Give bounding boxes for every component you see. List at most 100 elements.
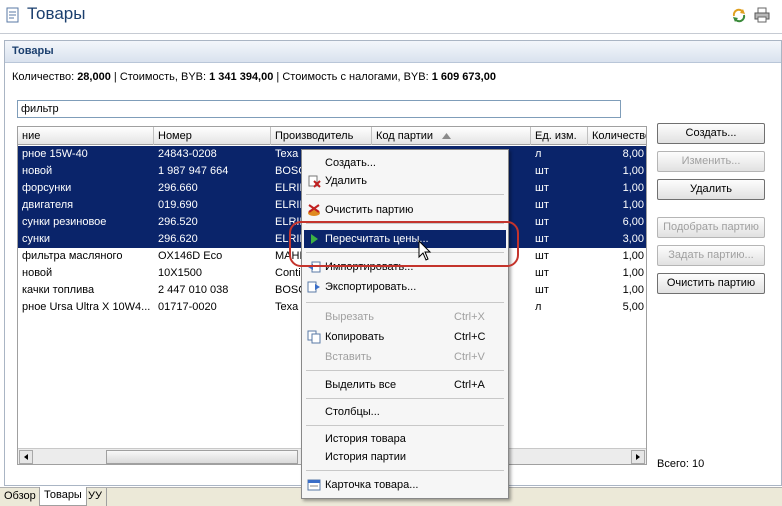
menu-item-select-all[interactable]: Выделить все Ctrl+A [304,376,506,394]
menu-item-cut-shortcut: Ctrl+X [454,311,485,323]
cell-number: 24843-0208 [158,148,217,160]
menu-item-cut-label: Вырезать [325,311,374,323]
tab-uu[interactable]: УУ [84,488,107,506]
menu-item-create[interactable]: Создать... [304,154,506,172]
menu-item-export[interactable]: Экспортировать... [304,278,506,296]
delete-button[interactable]: Удалить [657,179,765,200]
cell-unit: шт [535,182,549,194]
column-header-lot[interactable]: Код партии [372,127,531,145]
scrollbar-thumb[interactable] [106,450,298,464]
cell-unit: шт [535,233,549,245]
menu-item-clear-lot-label: Очистить партию [325,204,414,216]
pick-lot-button[interactable]: Подобрать партию [657,217,765,238]
cell-name: форсунки [22,182,72,194]
export-icon [307,281,320,293]
context-menu: Создать... Удалить Очистить партию Перес… [301,149,509,499]
qty-label: Количество: [12,71,78,83]
cell-name: качки топлива [22,284,95,296]
menu-item-item-history[interactable]: История товара [304,430,506,448]
cost-label: | Стоимость, BYB: [110,71,210,83]
menu-separator [306,370,504,371]
menu-item-lot-history[interactable]: История партии [304,448,506,466]
menu-item-lot-history-label: История партии [325,451,406,463]
cell-unit: л [535,148,542,160]
refresh-icon[interactable] [731,7,747,23]
cell-number: OX146D Eco [158,250,223,262]
filter-input[interactable] [17,100,621,118]
scroll-right-button[interactable] [631,450,645,464]
menu-item-copy-shortcut: Ctrl+C [454,331,486,343]
menu-item-paste-label: Вставить [325,351,372,363]
menu-item-item-card-label: Карточка товара... [325,479,419,491]
menu-item-copy[interactable]: Копировать Ctrl+C [304,328,506,346]
cell-unit: шт [535,199,549,211]
menu-item-item-history-label: История товара [325,433,406,445]
menu-separator [306,302,504,303]
cell-unit: шт [535,216,549,228]
cell-name: двигателя [22,199,74,211]
cell-qty: 6,00 [622,216,644,228]
cell-unit: шт [535,165,549,177]
column-header-maker[interactable]: Производитель [271,127,372,145]
cell-number: 296.620 [158,233,198,245]
menu-item-select-all-label: Выделить все [325,379,397,391]
menu-separator [306,470,504,471]
cell-number: 01717-0020 [158,301,217,313]
cell-name: сунки [22,233,51,245]
cell-unit: шт [535,250,549,262]
menu-item-copy-label: Копировать [325,331,385,343]
menu-item-columns[interactable]: Столбцы... [304,403,506,421]
cell-name: фильтра масляного [22,250,123,262]
mouse-cursor-icon [418,240,432,261]
menu-item-delete[interactable]: Удалить [304,172,506,190]
cell-qty: 1,00 [622,267,644,279]
cell-qty: 1,00 [622,182,644,194]
tab-overview[interactable]: Обзор [0,488,41,506]
menu-separator [306,194,504,195]
tab-goods[interactable]: Товары [39,487,87,506]
menu-item-select-all-shortcut: Ctrl+A [454,379,485,391]
cell-qty: 8,00 [622,148,644,160]
total-count: Всего: 10 [657,458,705,470]
edit-button[interactable]: Изменить... [657,151,765,172]
menu-item-paste[interactable]: Вставить Ctrl+V [304,348,506,366]
cell-qty: 3,00 [622,233,644,245]
cost-tax-label: | Стоимость с налогами, BYB: [273,71,432,83]
menu-item-export-label: Экспортировать... [325,281,417,293]
menu-item-item-card[interactable]: Карточка товара... [304,476,506,494]
cell-qty: 1,00 [622,250,644,262]
table-header: ние Номер Производитель Код партии Ед. и… [18,127,646,145]
cost-value: 1 341 394,00 [209,71,274,83]
cell-name: новой [22,165,53,177]
menu-item-clear-lot[interactable]: Очистить партию [304,201,506,219]
menu-item-cut[interactable]: Вырезать Ctrl+X [304,308,506,326]
sort-ascending-icon [442,133,452,140]
menu-item-columns-label: Столбцы... [325,406,380,418]
menu-separator [306,425,504,426]
create-button[interactable]: Создать... [657,123,765,144]
document-icon [6,7,19,23]
scroll-left-button[interactable] [19,450,33,464]
cost-tax-value: 1 609 673,00 [431,71,496,83]
column-header-number[interactable]: Номер [154,127,271,145]
cell-name: сунки резиновое [22,216,107,228]
set-lot-button[interactable]: Задать партию... [657,245,765,266]
column-header-unit[interactable]: Ед. изм. [531,127,588,145]
cell-unit: шт [535,267,549,279]
print-icon[interactable] [754,7,770,23]
qty-value: 28,000 [77,71,111,83]
clear-lot-button[interactable]: Очистить партию [657,273,765,294]
cell-name: рное 15W-40 [22,148,88,160]
cell-number: 1 987 947 664 [158,165,229,177]
title-bar: Товары [0,0,782,34]
menu-item-paste-shortcut: Ctrl+V [454,351,485,363]
cell-name: рное Ursa Ultra X 10W4... [22,301,151,313]
column-lot-label: Код партии [376,130,434,142]
clear-icon [308,204,320,216]
page-title: Товары [27,4,86,23]
cell-qty: 5,00 [622,301,644,313]
column-header-qty[interactable]: Количество [588,127,646,145]
arrow-left-icon [24,454,28,460]
delete-icon [308,175,321,188]
column-header-name[interactable]: ние [18,127,154,145]
